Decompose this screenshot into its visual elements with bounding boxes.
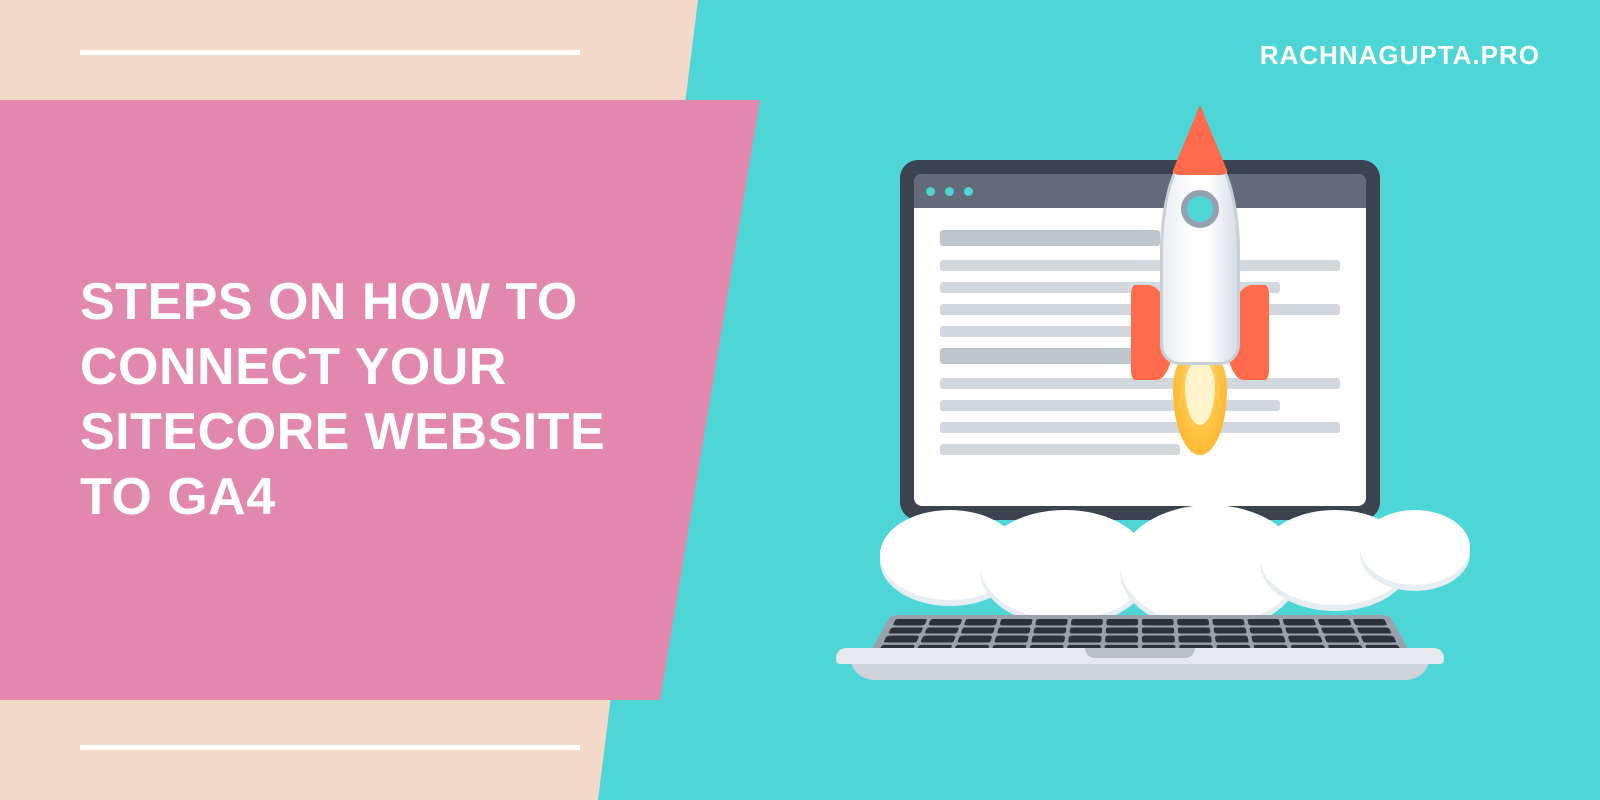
cloud-icon bbox=[1360, 510, 1470, 585]
hero-banner: RACHNAGUPTA.PRO STEPS ON HOW TO CONNECT … bbox=[0, 0, 1600, 800]
rocket-nose-icon bbox=[1171, 105, 1229, 175]
window-dot-icon bbox=[945, 187, 954, 196]
bottom-divider bbox=[80, 745, 580, 750]
rocket-icon bbox=[1125, 95, 1275, 515]
laptop-notch bbox=[1085, 648, 1195, 658]
brand-label: RACHNAGUPTA.PRO bbox=[1260, 40, 1540, 71]
rocket-window-icon bbox=[1181, 190, 1219, 228]
rocket-body bbox=[1160, 145, 1240, 365]
headline-panel: STEPS ON HOW TO CONNECT YOUR SITECORE WE… bbox=[0, 100, 760, 700]
top-divider bbox=[80, 50, 580, 55]
laptop-base bbox=[850, 656, 1430, 680]
window-dot-icon bbox=[964, 187, 973, 196]
laptop-rocket-illustration bbox=[820, 120, 1460, 720]
window-dot-icon bbox=[926, 187, 935, 196]
headline-text: STEPS ON HOW TO CONNECT YOUR SITECORE WE… bbox=[0, 270, 760, 530]
